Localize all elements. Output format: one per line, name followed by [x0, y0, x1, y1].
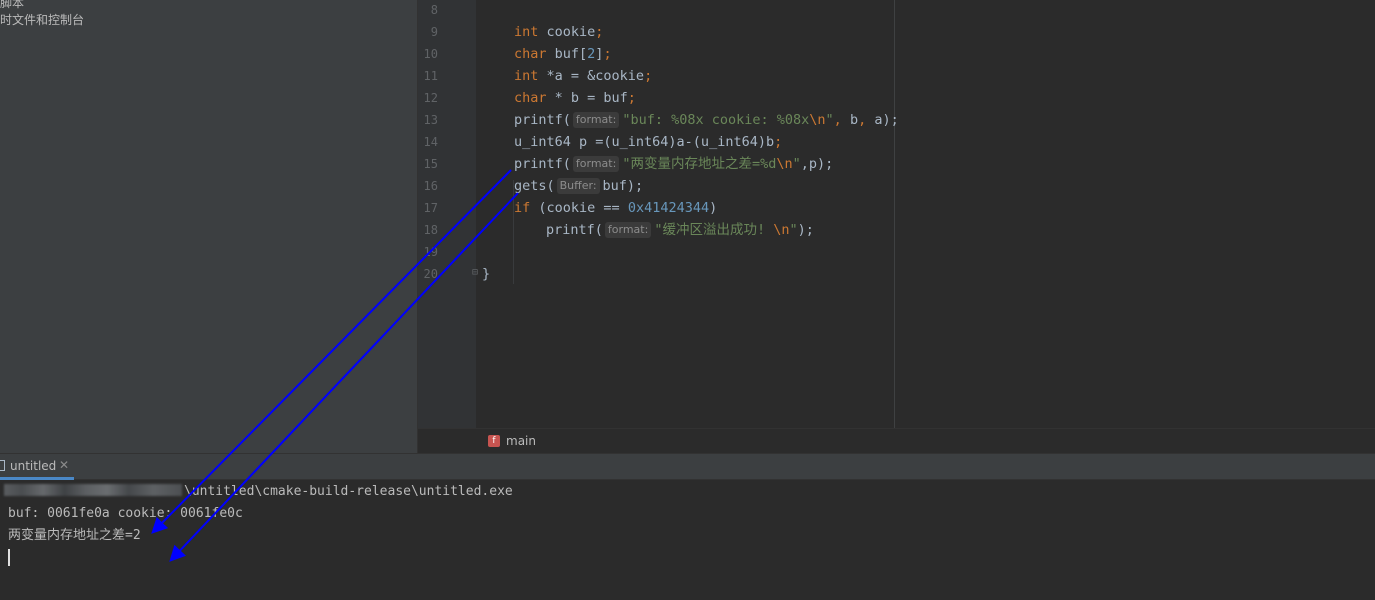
- close-icon[interactable]: ✕: [59, 458, 69, 472]
- console-output-line: 两变量内存地址之差=2: [8, 528, 141, 543]
- breadcrumb: f main: [418, 428, 1375, 453]
- line-number: 8: [430, 3, 438, 17]
- parameter-hint: format:: [604, 222, 652, 238]
- code-line-20[interactable]: }: [482, 263, 490, 285]
- line-number: 9: [430, 25, 438, 39]
- line-number: 13: [423, 113, 438, 127]
- code-line-10[interactable]: char buf[2];: [514, 43, 612, 65]
- parameter-hint: Buffer:: [556, 178, 600, 194]
- line-number: 11: [423, 69, 438, 83]
- line-number-gutter[interactable]: 8 9 10 11 12 13 14 15 16 17 18 19 20 ⊟: [418, 0, 478, 428]
- breadcrumb-function-main[interactable]: main: [506, 434, 536, 448]
- line-number: 17: [423, 201, 438, 215]
- code-line-13[interactable]: printf(format: "buf: %08x cookie: %08x\n"…: [514, 109, 899, 131]
- text-cursor: [8, 549, 10, 566]
- code-line-17[interactable]: if (cookie == 0x41424344): [514, 197, 717, 219]
- run-console[interactable]: \untitled\cmake-build-release\untitled.e…: [0, 480, 1375, 600]
- code-line-16[interactable]: gets(Buffer: buf);: [514, 175, 643, 197]
- parameter-hint: format:: [572, 112, 620, 128]
- line-number: 15: [423, 157, 438, 171]
- line-number: 16: [423, 179, 438, 193]
- run-config-icon: [0, 460, 5, 471]
- code-editor[interactable]: 8 9 10 11 12 13 14 15 16 17 18 19 20 ⊟ i…: [418, 0, 1375, 428]
- code-line-14[interactable]: u_int64 p =(u_int64)a-(u_int64)b;: [514, 131, 782, 153]
- code-line-15[interactable]: printf(format: "两变量内存地址之差=%d\n",p);: [514, 153, 833, 175]
- project-tree-item-scratches[interactable]: 时文件和控制台: [0, 11, 84, 28]
- run-tab-untitled[interactable]: untitled ✕: [0, 454, 74, 480]
- function-icon: f: [488, 435, 500, 447]
- line-number: 14: [423, 135, 438, 149]
- line-number: 20: [423, 267, 438, 281]
- redacted-path: [4, 484, 182, 496]
- line-number: 12: [423, 91, 438, 105]
- console-command-line: \untitled\cmake-build-release\untitled.e…: [4, 481, 513, 503]
- line-number: 18: [423, 223, 438, 237]
- project-tree-item[interactable]: 脚本: [0, 0, 24, 11]
- run-tab-label: untitled: [10, 459, 57, 473]
- parameter-hint: format:: [572, 156, 620, 172]
- code-line-18[interactable]: printf(format: "缓冲区溢出成功! \n");: [546, 219, 814, 241]
- gutter-border: [894, 0, 895, 428]
- code-line-12[interactable]: char * b = buf;: [514, 87, 636, 109]
- run-toolwindow-header: untitled ✕: [0, 453, 1375, 480]
- line-number: 19: [423, 245, 438, 259]
- code-line-9[interactable]: int cookie;: [514, 21, 603, 43]
- project-panel: 脚本 时文件和控制台: [0, 0, 417, 453]
- code-line-11[interactable]: int *a = &cookie;: [514, 65, 652, 87]
- line-number: 10: [423, 47, 438, 61]
- console-output-line: buf: 0061fe0a cookie: 0061fe0c: [8, 506, 243, 521]
- fold-icon[interactable]: ⊟: [472, 267, 478, 278]
